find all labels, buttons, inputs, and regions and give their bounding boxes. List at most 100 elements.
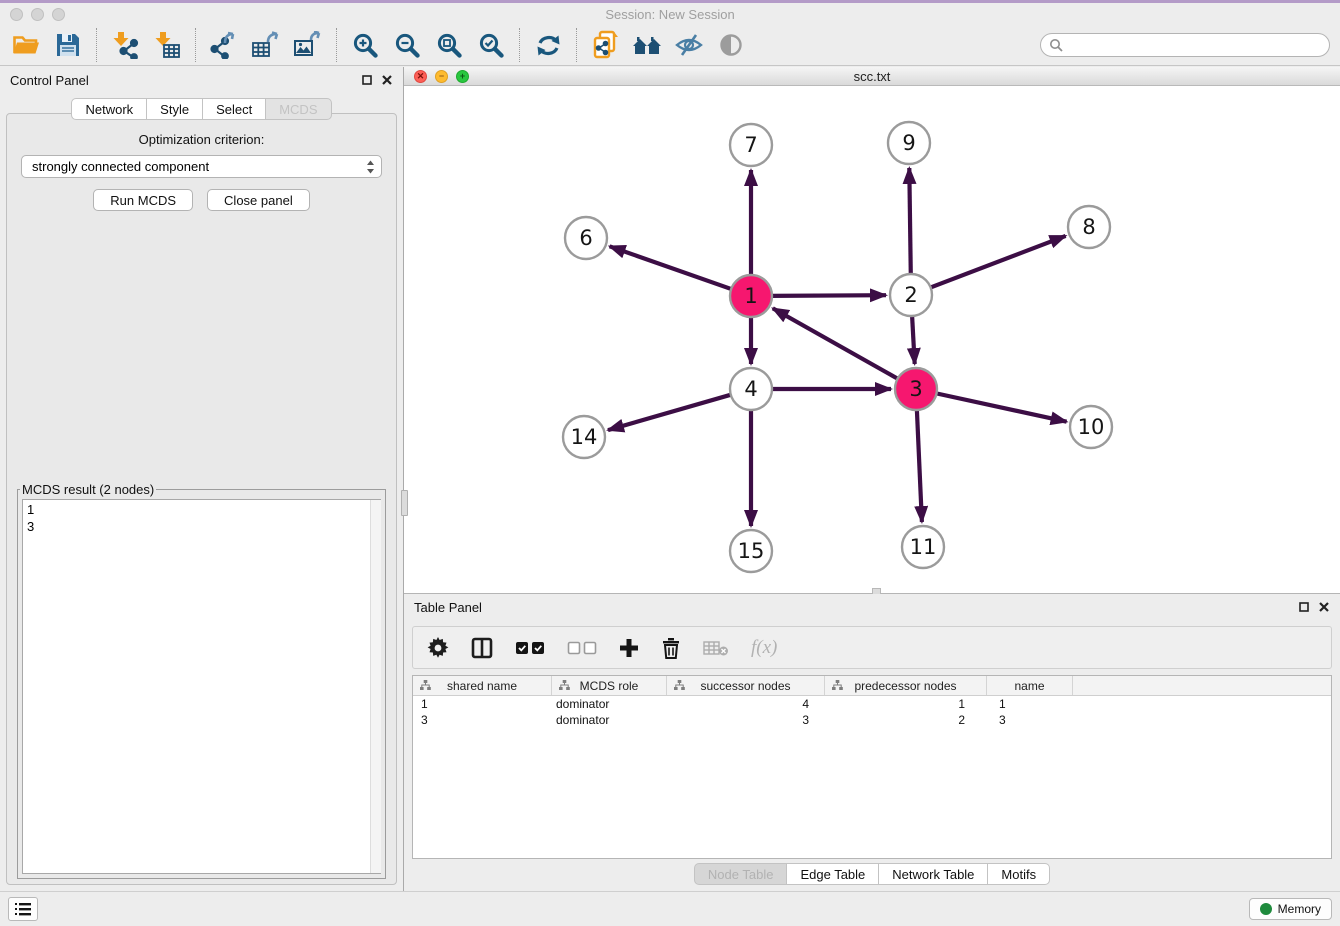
function-builder-icon[interactable]: f(x)	[751, 637, 777, 659]
close-panel-button[interactable]: Close panel	[207, 189, 310, 211]
edge-3-10[interactable]	[935, 393, 1067, 422]
memory-button[interactable]: Memory	[1249, 898, 1332, 920]
close-table-panel-icon[interactable]	[1318, 601, 1330, 613]
refresh-network-icon[interactable]	[532, 30, 564, 60]
hide-selected-icon[interactable]	[673, 30, 705, 60]
open-file-icon[interactable]	[10, 30, 42, 60]
table-row[interactable]: 1dominator411	[413, 696, 1331, 712]
node-14[interactable]: 14	[563, 416, 605, 458]
mcds-result-scrollbar[interactable]	[370, 500, 381, 873]
column-header-MCDS-role[interactable]: MCDS role	[552, 676, 667, 695]
show-columns-icon[interactable]	[471, 637, 493, 659]
table-panel-title: Table Panel	[414, 600, 1290, 615]
delete-table-icon[interactable]	[703, 640, 729, 656]
tab-motifs[interactable]: Motifs	[988, 863, 1050, 885]
search-input[interactable]	[1063, 38, 1321, 53]
tab-edge-table[interactable]: Edge Table	[787, 863, 879, 885]
table-cell[interactable]: 1	[825, 696, 987, 712]
edge-2-9[interactable]	[909, 168, 911, 276]
search-field[interactable]	[1040, 33, 1330, 57]
criterion-dropdown[interactable]: strongly connected component	[21, 155, 382, 178]
node-3[interactable]: 3	[895, 368, 937, 410]
tab-select[interactable]: Select	[203, 98, 266, 120]
zoom-selected-icon[interactable]	[475, 30, 507, 60]
table-cell[interactable]: 4	[667, 696, 825, 712]
table-cell[interactable]: dominator	[552, 696, 667, 712]
tab-network-table[interactable]: Network Table	[879, 863, 988, 885]
task-history-button[interactable]	[8, 897, 38, 921]
node-table[interactable]: shared nameMCDS rolesuccessor nodesprede…	[412, 675, 1332, 859]
tab-style[interactable]: Style	[147, 98, 203, 120]
table-toolbar: f(x)	[412, 626, 1332, 669]
column-header-successor-nodes[interactable]: successor nodes	[667, 676, 825, 695]
node-7[interactable]: 7	[730, 124, 772, 166]
close-panel-icon[interactable]	[381, 74, 393, 86]
delete-selected-icon[interactable]	[661, 637, 681, 659]
control-panel: Control Panel NetworkStyleSelectMCDS Opt…	[0, 67, 404, 891]
first-neighbors-icon[interactable]	[631, 30, 663, 60]
memory-label: Memory	[1278, 902, 1321, 916]
table-row[interactable]: 3dominator323	[413, 712, 1331, 728]
float-table-panel-icon[interactable]	[1298, 601, 1310, 613]
task-list-icon	[15, 902, 31, 916]
mcds-result-title: MCDS result (2 nodes)	[20, 482, 156, 497]
import-network-icon[interactable]	[109, 30, 141, 60]
node-4[interactable]: 4	[730, 368, 772, 410]
node-6[interactable]: 6	[565, 217, 607, 259]
edge-1-6[interactable]	[610, 246, 734, 289]
network-canvas[interactable]: 7 9 6 8 1 2 4 3 14 10 15 11	[404, 86, 1340, 593]
edge-4-14[interactable]	[608, 394, 733, 430]
table-cell[interactable]: 3	[987, 712, 1073, 728]
edge-3-1[interactable]	[773, 308, 900, 379]
network-window-titlebar: scc.txt ✕ − +	[404, 67, 1340, 86]
zoom-out-icon[interactable]	[391, 30, 423, 60]
network-graph[interactable]: 7 9 6 8 1 2 4 3 14 10 15 11	[404, 86, 1339, 588]
table-cell[interactable]: 3	[413, 712, 552, 728]
edge-3-11[interactable]	[917, 408, 922, 522]
tab-network[interactable]: Network	[71, 98, 147, 120]
column-header-shared-name[interactable]: shared name	[413, 676, 552, 695]
node-11[interactable]: 11	[902, 526, 944, 568]
run-mcds-button[interactable]: Run MCDS	[93, 189, 193, 211]
save-session-icon[interactable]	[52, 30, 84, 60]
zoom-in-icon[interactable]	[349, 30, 381, 60]
column-header-name[interactable]: name	[987, 676, 1073, 695]
export-table-icon[interactable]	[250, 30, 282, 60]
table-cell[interactable]: 1	[987, 696, 1073, 712]
node-8[interactable]: 8	[1068, 206, 1110, 248]
node-1[interactable]: 1	[730, 275, 772, 317]
import-table-icon[interactable]	[151, 30, 183, 60]
new-network-from-selection-icon[interactable]	[589, 30, 621, 60]
column-header-predecessor-nodes[interactable]: predecessor nodes	[825, 676, 987, 695]
show-all-icon[interactable]	[715, 30, 747, 60]
node-9[interactable]: 9	[888, 122, 930, 164]
add-column-icon[interactable]	[619, 638, 639, 658]
edge-2-3[interactable]	[912, 314, 915, 364]
table-cell[interactable]: 3	[667, 712, 825, 728]
float-panel-icon[interactable]	[361, 74, 373, 86]
node-15[interactable]: 15	[730, 530, 772, 572]
node-10[interactable]: 10	[1070, 406, 1112, 448]
zoom-fit-icon[interactable]	[433, 30, 465, 60]
vertical-splitter-handle[interactable]	[401, 490, 408, 516]
deselect-all-icon[interactable]	[567, 641, 597, 655]
status-bar: Memory	[0, 891, 1340, 926]
edge-2-8[interactable]	[929, 236, 1066, 288]
toolbar-separator	[519, 28, 520, 62]
mcds-result-text[interactable]: 1 3	[22, 499, 381, 874]
table-cell[interactable]: 2	[825, 712, 987, 728]
table-settings-icon[interactable]	[427, 637, 449, 659]
tab-node-table[interactable]: Node Table	[694, 863, 788, 885]
export-network-icon[interactable]	[208, 30, 240, 60]
table-cell[interactable]: dominator	[552, 712, 667, 728]
export-image-icon[interactable]	[292, 30, 324, 60]
svg-text:2: 2	[904, 283, 917, 307]
table-cell[interactable]: 1	[413, 696, 552, 712]
edge-1-2[interactable]	[770, 295, 886, 296]
tab-mcds[interactable]: MCDS	[266, 98, 331, 120]
node-2[interactable]: 2	[890, 274, 932, 316]
window-titlebar: Session: New Session	[0, 3, 1340, 25]
select-all-icon[interactable]	[515, 641, 545, 655]
attribute-icon	[832, 680, 843, 691]
toolbar-separator	[96, 28, 97, 62]
